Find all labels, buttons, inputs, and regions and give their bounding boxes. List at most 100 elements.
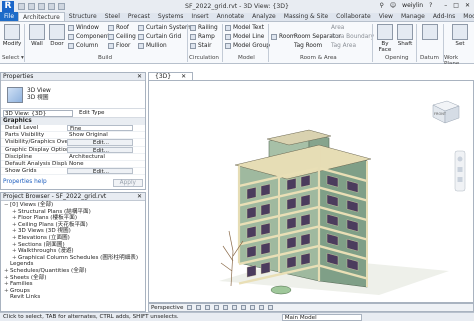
curtain-grid-button[interactable]: Curtain Grid [138, 34, 181, 40]
tag-room-button[interactable]: Tag Room [294, 43, 322, 49]
apply-button[interactable]: Apply [112, 179, 143, 187]
show-crop-icon[interactable] [241, 305, 247, 310]
tab-file[interactable]: File [0, 12, 19, 21]
door-button[interactable]: Door [47, 24, 67, 47]
window [286, 236, 297, 249]
tree-item[interactable]: +Elevations (立面圖) [1, 235, 145, 242]
3d-view-canvas[interactable]: FRONT [148, 80, 474, 303]
view-tab-3d[interactable]: {3D} ✕ [148, 72, 194, 80]
edit-button[interactable]: Edit... [67, 168, 133, 175]
instance-selector[interactable]: 3D View: {3D} [3, 109, 73, 117]
detail-level-icon[interactable] [187, 305, 193, 310]
tab-precast[interactable]: Precast [124, 12, 154, 21]
floor-button[interactable]: Floor [108, 43, 130, 49]
wall-button[interactable]: Wall [27, 24, 47, 47]
edit-button[interactable]: Edit... [67, 139, 133, 146]
shadows-icon[interactable] [214, 305, 220, 310]
by-face-button[interactable]: By Face [375, 24, 395, 53]
close-icon[interactable]: ✕ [137, 193, 142, 201]
window-button[interactable]: Window [68, 25, 99, 31]
roof-button[interactable]: Roof [108, 25, 129, 31]
ramp-button[interactable]: Ramp [190, 34, 215, 40]
tree-item[interactable]: +Floor Plans (樓板平面) [1, 215, 145, 222]
tag-area-button[interactable]: Tag Area [331, 43, 356, 49]
lock-3d-icon[interactable] [250, 305, 256, 310]
area-button[interactable]: Area [331, 25, 344, 31]
tab-manage[interactable]: Manage [397, 12, 429, 21]
room-button[interactable]: Room [271, 34, 296, 40]
search-icon[interactable]: ⚲ [379, 2, 383, 9]
temporary-hide-icon[interactable] [259, 305, 265, 310]
sun-path-icon[interactable] [205, 305, 211, 310]
edit-button[interactable]: Edit... [67, 146, 133, 154]
crop-view-icon[interactable] [232, 305, 238, 310]
tree-item[interactable]: +Graphical Column Schedules (圖形柱明細表) [1, 255, 145, 262]
tree-item[interactable]: +Sheets (全部) [1, 275, 145, 282]
tab-collaborate[interactable]: Collaborate [332, 12, 375, 21]
close-icon[interactable]: ✕ [137, 73, 142, 81]
tree-item[interactable]: Revit Links [1, 294, 145, 301]
model-text-button[interactable]: Model Text [225, 25, 264, 31]
tab-architecture[interactable]: Architecture [18, 12, 65, 21]
tab-massing-site[interactable]: Massing & Site [280, 12, 332, 21]
render-icon[interactable] [223, 305, 229, 310]
tree-item[interactable]: +Schedules/Quantities (全部) [1, 268, 145, 275]
property-value[interactable]: Show Original [67, 132, 145, 138]
navigation-bar[interactable] [454, 150, 466, 192]
curtain-system-button[interactable]: Curtain System [138, 25, 191, 31]
tree-item[interactable]: +Families [1, 281, 145, 288]
modify-button[interactable]: Modify [2, 24, 22, 47]
projection-label[interactable]: Perspective [151, 304, 183, 312]
column-button[interactable]: Column [68, 43, 98, 49]
stair-button[interactable]: Stair [190, 43, 212, 49]
properties-help-link[interactable]: Properties help [3, 179, 47, 187]
tree-item[interactable]: +3D Views (3D 視圖) [1, 228, 145, 235]
property-row: Discipline Architectural [1, 154, 145, 161]
datum-button[interactable] [420, 24, 440, 41]
model-group-button[interactable]: Model Group [225, 43, 270, 49]
window [300, 213, 311, 227]
close-icon[interactable]: ✕ [465, 2, 470, 9]
status-hint: Click to select, TAB for alternates, CTR… [3, 314, 179, 320]
user-name[interactable]: weiylin [402, 2, 423, 9]
close-icon[interactable]: ✕ [181, 73, 186, 80]
visual-style-icon[interactable] [196, 305, 202, 310]
ceiling-button[interactable]: Ceiling [108, 34, 136, 40]
edit-type-button[interactable]: Edit Type [79, 110, 104, 116]
tab-insert[interactable]: Insert [187, 12, 212, 21]
help-icon[interactable]: ? [429, 2, 432, 9]
component-button[interactable]: Component [68, 34, 110, 40]
tab-systems[interactable]: Systems [154, 12, 188, 21]
property-value[interactable]: None [67, 161, 145, 167]
shaft-button[interactable]: Shaft [395, 24, 415, 47]
area-boundary-button[interactable]: Area Boundary [331, 34, 374, 40]
tab-annotate[interactable]: Annotate [213, 12, 248, 21]
property-row: Graphic Display Options Edit... [1, 146, 145, 154]
tab-structure[interactable]: Structure [65, 12, 101, 21]
tab-view[interactable]: View [375, 12, 397, 21]
select-panel-label[interactable]: Select ▾ [2, 55, 24, 61]
tree-item[interactable]: Legends [1, 261, 145, 268]
user-icon[interactable]: ☺ [390, 2, 396, 9]
view-cube[interactable]: FRONT [432, 100, 460, 124]
mullion-button[interactable]: Mullion [138, 43, 167, 49]
model-selector[interactable]: Main Model [281, 313, 362, 321]
tab-analyze[interactable]: Analyze [248, 12, 280, 21]
tab-steel[interactable]: Steel [101, 12, 124, 21]
tab-add-ins[interactable]: Add-Ins [429, 12, 459, 21]
type-preview: 3D View 3D 視圖 [1, 81, 145, 109]
tab-modify[interactable]: Modify [459, 12, 474, 21]
railing-button[interactable]: Railing [190, 25, 218, 31]
tree-item[interactable]: −[0] Views (全部) [1, 202, 145, 209]
maximize-icon[interactable]: □ [453, 2, 459, 9]
reveal-hidden-icon[interactable] [268, 305, 274, 310]
window [246, 245, 257, 258]
tree-item[interactable]: +Walkthroughs (漫遊) [1, 248, 145, 255]
model-line-button[interactable]: Model Line [225, 34, 264, 40]
minimize-icon[interactable]: – [444, 2, 447, 9]
property-value[interactable]: Fine [67, 125, 133, 132]
set-work-plane-button[interactable]: Set [450, 24, 470, 47]
property-value[interactable]: Architectural [67, 154, 145, 160]
tree-item[interactable]: +Groups [1, 288, 145, 295]
group-header-graphics[interactable]: Graphics [1, 118, 145, 125]
